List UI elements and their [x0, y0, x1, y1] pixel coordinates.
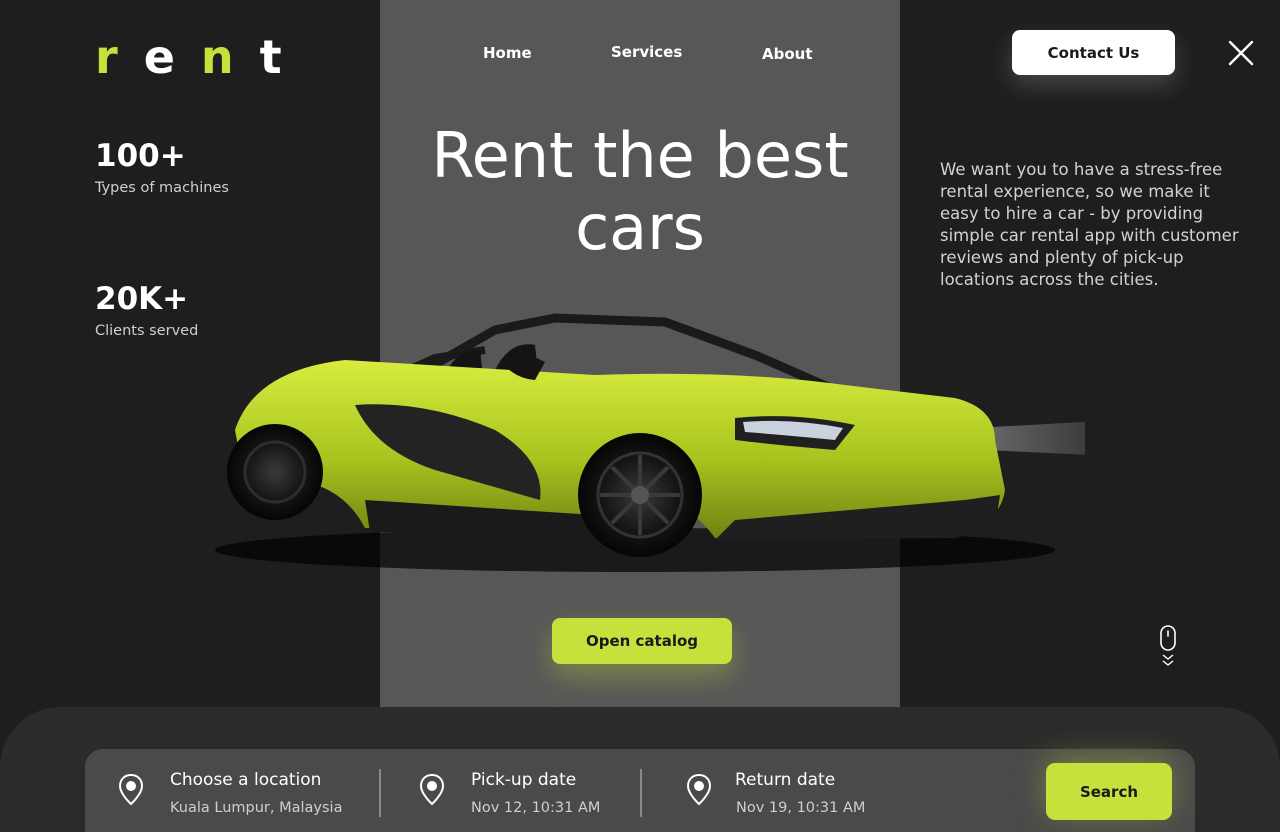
return-date-field[interactable]: Return date Nov 19, 10:31 AM: [686, 770, 906, 820]
stat-machine-types: 100+ Types of machines: [95, 138, 229, 196]
location-field-value: Kuala Lumpur, Malaysia: [170, 800, 343, 816]
return-date-label: Return date: [735, 770, 836, 790]
field-divider: [640, 769, 642, 817]
open-catalog-button[interactable]: Open catalog: [552, 618, 732, 664]
contact-us-button[interactable]: Contact Us: [1012, 30, 1175, 75]
stat-value: 100+: [95, 138, 186, 174]
stat-label: Types of machines: [95, 180, 229, 196]
pickup-date-label: Pick-up date: [471, 770, 577, 790]
search-button[interactable]: Search: [1046, 763, 1172, 820]
location-pin-icon: [118, 774, 144, 806]
stat-value: 20K+: [95, 281, 189, 317]
field-divider: [379, 769, 381, 817]
sports-car-image: [195, 300, 1155, 590]
scroll-down-icon[interactable]: [1157, 624, 1179, 670]
stat-clients-served: 20K+ Clients served: [95, 281, 198, 339]
location-pin-icon: [686, 774, 712, 806]
pickup-date-value: Nov 12, 10:31 AM: [471, 800, 601, 816]
close-icon[interactable]: [1226, 38, 1256, 68]
hero-title-line: Rent the best: [431, 119, 849, 192]
nav-home-link[interactable]: Home: [483, 44, 532, 62]
location-pin-icon: [419, 774, 445, 806]
return-date-value: Nov 19, 10:31 AM: [736, 800, 866, 816]
nav-about-link[interactable]: About: [762, 45, 813, 63]
location-field[interactable]: Choose a location Kuala Lumpur, Malaysia: [118, 770, 358, 820]
hero-description: We want you to have a stress-free rental…: [940, 160, 1239, 289]
nav-services-link[interactable]: Services: [611, 43, 682, 61]
hero-title-line: cars: [575, 191, 705, 264]
stat-label: Clients served: [95, 323, 199, 339]
location-field-label: Choose a location: [170, 770, 322, 790]
pickup-date-field[interactable]: Pick-up date Nov 12, 10:31 AM: [419, 770, 619, 820]
hero-title: Rent the best cars: [380, 120, 900, 264]
